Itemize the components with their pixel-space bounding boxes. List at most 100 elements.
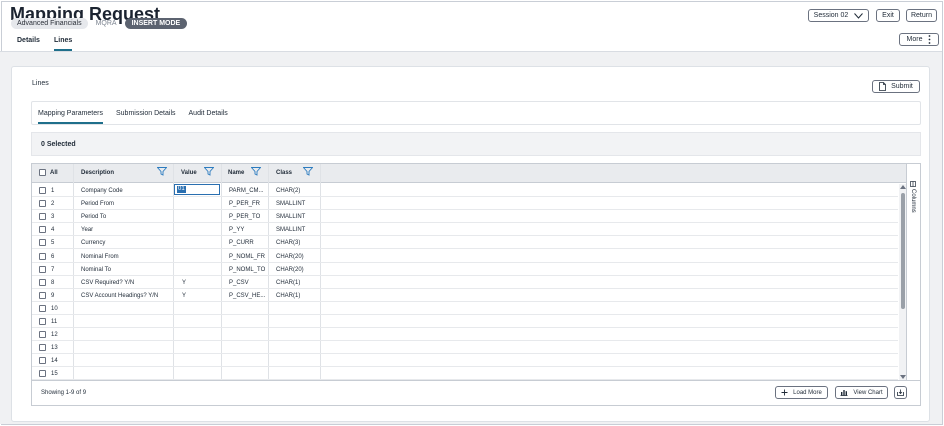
row-checkbox[interactable] (39, 370, 46, 377)
row-checkbox[interactable] (39, 200, 46, 207)
table-row[interactable]: 4 Year P_YY SMALLINT (32, 223, 898, 236)
filter-icon[interactable] (251, 167, 261, 176)
cell-description[interactable]: Company Code (81, 188, 123, 194)
return-button[interactable]: Return (906, 9, 937, 22)
view-chart-button[interactable]: View Chart (835, 386, 888, 399)
cell-value[interactable]: Y (182, 293, 186, 299)
row-checkbox[interactable] (39, 279, 46, 286)
header-value[interactable]: Value (181, 170, 197, 176)
filter-icon[interactable] (157, 167, 167, 176)
value-cell-selected-text: 01 (177, 186, 186, 193)
tab-audit-details[interactable]: Audit Details (189, 110, 228, 124)
cell-class[interactable]: CHAR(20) (276, 267, 304, 273)
cell-name[interactable]: PARM_CM... (229, 188, 264, 194)
more-button[interactable]: More (899, 33, 939, 46)
table-row[interactable]: 8 CSV Required? Y/N Y P_CSV CHAR(1) (32, 276, 898, 289)
main-tabs: Details Lines (17, 37, 73, 51)
table-row[interactable]: 5 Currency P_CURR CHAR(3) (32, 236, 898, 249)
cell-name[interactable]: P_PER_FR (229, 201, 260, 207)
row-checkbox[interactable] (39, 253, 46, 260)
header-all: All (50, 170, 58, 176)
cell-name[interactable]: P_CURR (229, 240, 254, 246)
exit-label: Exit (882, 12, 894, 19)
load-more-label: Load More (793, 389, 822, 396)
row-checkbox[interactable] (39, 213, 46, 220)
session-dropdown[interactable]: Session 02 (808, 9, 869, 22)
row-checkbox[interactable] (39, 357, 46, 364)
table-row[interactable]: 1 Company Code PARM_CM... CHAR(2) (32, 184, 898, 197)
cell-name[interactable]: P_NOML_FR (229, 254, 265, 260)
cell-class[interactable]: CHAR(20) (276, 254, 304, 260)
row-checkbox[interactable] (39, 344, 46, 351)
header-name[interactable]: Name (228, 170, 244, 176)
session-label: Session 02 (813, 12, 849, 19)
cell-class[interactable]: CHAR(2) (276, 188, 300, 194)
export-button[interactable] (894, 386, 907, 399)
row-checkbox[interactable] (39, 305, 46, 312)
exit-button[interactable]: Exit (876, 9, 900, 22)
table-row[interactable]: 11 (32, 315, 898, 328)
row-number: 6 (51, 254, 55, 260)
row-number: 7 (51, 267, 55, 273)
cell-class[interactable]: CHAR(1) (276, 293, 300, 299)
table-row[interactable]: 7 Nominal To P_NOML_TO CHAR(20) (32, 263, 898, 276)
cell-description[interactable]: CSV Required? Y/N (81, 280, 134, 286)
table-row[interactable]: 15 (32, 367, 898, 380)
table-row[interactable]: 10 (32, 302, 898, 315)
cell-name[interactable]: P_YY (229, 227, 244, 233)
tab-submission-details[interactable]: Submission Details (116, 110, 176, 124)
cell-class[interactable]: CHAR(1) (276, 280, 300, 286)
row-number: 2 (51, 201, 55, 207)
cell-class[interactable]: SMALLINT (276, 227, 305, 233)
cell-description[interactable]: Period To (81, 214, 106, 220)
table-row[interactable]: 6 Nominal From P_NOML_FR CHAR(20) (32, 250, 898, 263)
cell-name[interactable]: P_CSV (229, 280, 249, 286)
bar-chart-icon (840, 390, 848, 396)
table-row[interactable]: 2 Period From P_PER_FR SMALLINT (32, 197, 898, 210)
filter-icon[interactable] (204, 167, 214, 176)
row-checkbox[interactable] (39, 292, 46, 299)
table-row[interactable]: 13 (32, 341, 898, 354)
header-class[interactable]: Class (276, 170, 292, 176)
cell-description[interactable]: Currency (81, 240, 105, 246)
cell-name[interactable]: P_PER_TO (229, 214, 260, 220)
tab-details[interactable]: Details (17, 37, 40, 51)
cell-description[interactable]: Nominal To (81, 267, 111, 273)
table-row[interactable]: 3 Period To P_PER_TO SMALLINT (32, 210, 898, 223)
scrollbar-thumb[interactable] (901, 193, 905, 309)
cell-name[interactable]: P_CSV_HE... (229, 293, 265, 299)
cell-class[interactable]: SMALLINT (276, 214, 305, 220)
tab-lines[interactable]: Lines (53, 37, 73, 51)
selection-count: 0 Selected (41, 141, 76, 148)
table-row[interactable]: 12 (32, 328, 898, 341)
filter-icon[interactable] (303, 167, 313, 176)
row-number: 13 (51, 345, 58, 351)
load-more-button[interactable]: Load More (775, 386, 828, 399)
row-checkbox[interactable] (39, 239, 46, 246)
document-icon (879, 82, 886, 91)
table-row[interactable]: 14 (32, 354, 898, 367)
cell-description[interactable]: Period From (81, 201, 114, 207)
row-checkbox[interactable] (39, 331, 46, 338)
row-checkbox[interactable] (39, 187, 46, 194)
cell-class[interactable]: SMALLINT (276, 201, 305, 207)
header-description[interactable]: Description (81, 170, 114, 176)
columns-panel-label: Columns (910, 189, 916, 213)
cell-name[interactable]: P_NOML_TO (229, 267, 265, 273)
row-number: 10 (51, 306, 58, 312)
row-number: 1 (51, 188, 55, 194)
tab-mapping-parameters[interactable]: Mapping Parameters (38, 110, 103, 124)
select-all-checkbox[interactable] (39, 169, 46, 176)
row-number: 8 (51, 280, 55, 286)
cell-description[interactable]: CSV Account Headings? Y/N (81, 293, 158, 299)
submit-button[interactable]: Submit (872, 80, 920, 93)
cell-value[interactable]: Y (182, 280, 186, 286)
cell-class[interactable]: CHAR(3) (276, 240, 300, 246)
table-row[interactable]: 9 CSV Account Headings? Y/N Y P_CSV_HE... CH… (32, 289, 898, 302)
cell-description[interactable]: Nominal From (81, 254, 119, 260)
cell-description[interactable]: Year (81, 227, 93, 233)
row-checkbox[interactable] (39, 266, 46, 273)
plus-icon (781, 389, 788, 396)
row-checkbox[interactable] (39, 318, 46, 325)
row-checkbox[interactable] (39, 226, 46, 233)
